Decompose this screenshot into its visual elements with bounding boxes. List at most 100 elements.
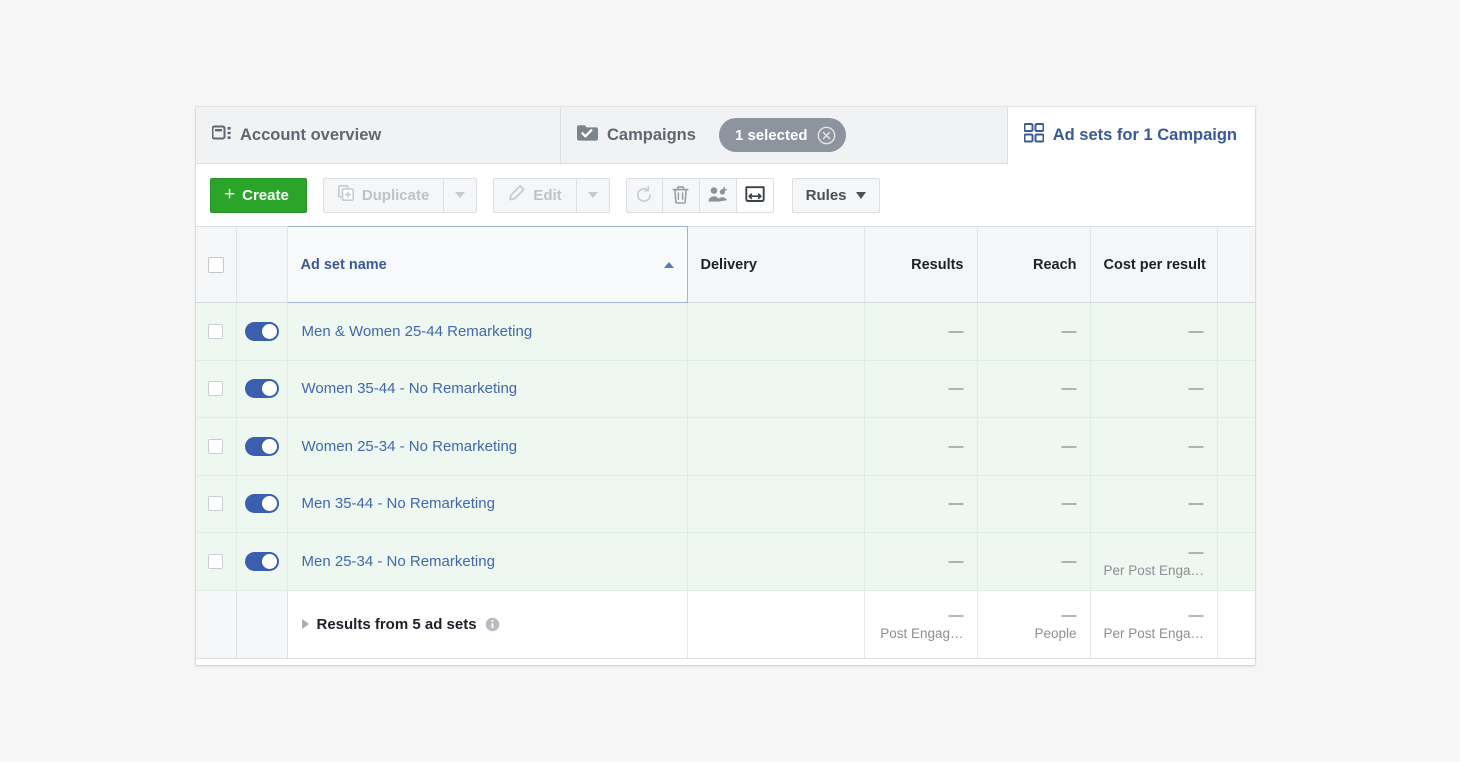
tab-ad-sets[interactable]: Ad sets for 1 Campaign [1007,107,1255,164]
results-cell: — [864,360,978,418]
column-header-results[interactable]: Results [864,226,978,303]
cost-per-result-value: — [1188,544,1204,562]
create-button[interactable]: + Create [210,177,307,213]
duplicate-dropdown-button[interactable] [444,177,478,213]
column-header-ad-set-name-label: Ad set name [300,256,387,273]
reach-value: — [1061,380,1077,398]
ad-set-name-cell[interactable]: Men & Women 25-44 Remarketing [287,302,688,361]
tab-campaigns[interactable]: Campaigns 1 selected [561,107,1008,163]
table-row[interactable]: Women 35-44 - No Remarketing — — — [196,360,1255,418]
ad-set-status-toggle[interactable] [244,321,279,341]
row-toggle-cell[interactable] [236,532,288,591]
delete-button[interactable] [662,177,700,213]
table-header: Ad set name Delivery Results Reach Cost … [196,226,1255,303]
column-header-reach-label: Reach [1032,256,1077,273]
row-checkbox[interactable] [208,438,224,454]
column-header-cost-per-result[interactable]: Cost per result [1090,226,1218,303]
column-header-delivery[interactable]: Delivery [687,226,865,303]
tab-ad-sets-label: Ad sets for 1 Campaign [1052,125,1237,144]
cost-per-result-value: — [1188,495,1204,513]
close-circle-icon[interactable] [817,126,836,145]
row-select-cell[interactable] [196,360,237,418]
toolbar: + Create Duplicate Edit Rules [196,164,1255,226]
rules-button[interactable]: Rules [791,177,880,213]
export-button[interactable] [736,177,774,213]
results-value: — [948,437,964,455]
ad-set-name-cell[interactable]: Women 25-34 - No Remarketing [287,417,688,476]
column-header-reach[interactable]: Reach [977,226,1091,303]
selection-pill-label: 1 selected [734,126,808,144]
table-row[interactable]: Men 35-44 - No Remarketing — — — [196,475,1255,533]
selection-pill[interactable]: 1 selected [718,118,847,152]
chevron-down-icon [455,192,466,198]
column-header-cost-per-result-label: Cost per result [1103,256,1206,273]
delivery-cell [687,302,865,361]
spacer-cell [1217,475,1255,533]
ad-set-status-toggle[interactable] [244,379,279,399]
edit-dropdown-button[interactable] [576,177,610,213]
edit-button[interactable]: Edit [493,177,577,213]
sort-ascending-icon [663,261,674,268]
delivery-cell [687,475,865,533]
select-all-checkbox[interactable] [207,256,224,273]
info-icon[interactable] [485,617,500,632]
row-select-cell[interactable] [196,475,237,533]
column-header-delivery-label: Delivery [700,256,757,273]
table-row[interactable]: Women 25-34 - No Remarketing — — — [196,417,1255,476]
row-checkbox[interactable] [208,323,224,339]
row-select-cell[interactable] [196,417,237,476]
ad-set-status-toggle[interactable] [244,494,279,514]
row-select-cell[interactable] [196,532,237,591]
duplicate-split-button: Duplicate [322,177,478,213]
row-toggle-cell[interactable] [236,360,288,418]
refresh-icon [637,186,652,202]
ad-set-status-toggle[interactable] [244,551,279,571]
ad-set-status-toggle[interactable] [244,436,279,456]
cost-per-result-cell: — [1090,302,1218,361]
toggle-knob [261,496,277,512]
summary-results-cell: — Post Engag… [864,590,978,659]
table-summary-row: Results from 5 ad sets — Post Engag… — P… [196,590,1255,659]
cost-per-result-cell: — [1090,475,1218,533]
chevron-down-icon [855,191,866,199]
row-toggle-cell[interactable] [236,475,288,533]
cost-per-result-cell: — [1090,360,1218,418]
row-checkbox[interactable] [208,496,224,512]
summary-reach-value: — [1061,607,1077,624]
create-button-label: Create [242,186,289,204]
summary-delivery-cell [687,590,865,659]
ad-set-name-cell[interactable]: Men 35-44 - No Remarketing [287,475,688,533]
table-row[interactable]: Men 25-34 - No Remarketing — — — Per Pos… [196,532,1255,591]
ad-sets-table: Ad set name Delivery Results Reach Cost … [196,226,1255,659]
reach-cell: — [977,532,1091,591]
toggle-knob [261,323,277,339]
row-toggle-cell[interactable] [236,417,288,476]
cost-per-result-cell: — Per Post Enga… [1090,532,1218,591]
refresh-button[interactable] [625,177,663,213]
row-select-cell[interactable] [196,302,237,361]
summary-label: Results from 5 ad sets [316,615,477,633]
ads-manager-card: Account overview Campaigns 1 selected Ad… [196,107,1255,665]
tab-account-overview[interactable]: Account overview [196,107,561,163]
row-checkbox[interactable] [208,553,224,569]
select-all-header[interactable] [196,226,237,303]
table-row[interactable]: Men & Women 25-44 Remarketing — — — [196,302,1255,361]
toggle-knob [261,381,277,397]
cost-per-result-value: — [1188,437,1204,455]
column-header-ad-set-name[interactable]: Ad set name [286,226,688,303]
cost-per-result-sublabel: Per Post Enga… [1103,563,1205,579]
tab-bar: Account overview Campaigns 1 selected Ad… [196,107,1255,164]
summary-toggle-cell [236,590,288,659]
results-cell: — [864,475,978,533]
expand-triangle-icon[interactable] [301,619,309,629]
audience-button[interactable] [699,177,737,213]
duplicate-button[interactable]: Duplicate [322,177,445,213]
reach-value: — [1061,495,1077,513]
row-toggle-cell[interactable] [236,302,288,361]
ad-set-name-cell[interactable]: Men 25-34 - No Remarketing [287,532,688,591]
results-cell: — [864,302,978,361]
ad-set-name-cell[interactable]: Women 35-44 - No Remarketing [287,360,688,418]
row-checkbox[interactable] [208,381,224,397]
results-value: — [948,322,964,340]
column-header-results-label: Results [911,256,964,273]
